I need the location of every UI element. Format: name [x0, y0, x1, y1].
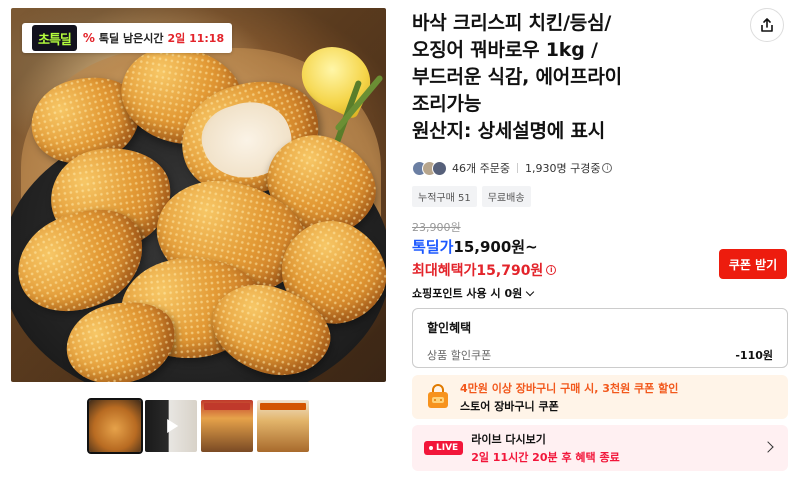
tag-purchase-count: 누적구매 51 — [412, 186, 477, 207]
thumbnail-banner — [204, 403, 250, 410]
deal-timer-value: 2일 11:18 — [167, 32, 225, 45]
social-proof: 46개 주문중 1,930명 구경중 i — [412, 160, 613, 176]
thumbnail-4[interactable] — [257, 400, 309, 452]
thumbnail-strip — [87, 398, 309, 454]
discount-benefits-panel: 할인혜택 상품 할인쿠폰 -110원 — [412, 308, 788, 368]
cart-promo-text: 4만원 이상 장바구니 구매 시, 3천원 쿠폰 할인 스토어 장바구니 쿠폰 — [460, 380, 678, 414]
cart-coupon-promo[interactable]: 4만원 이상 장바구니 구매 시, 3천원 쿠폰 할인 스토어 장바구니 쿠폰 — [412, 375, 788, 419]
deal-timer-badge: 초특딜 % 톡딜 남은시간 2일 11:18 — [22, 23, 233, 53]
share-icon — [761, 18, 773, 32]
discount-label: 상품 할인쿠폰 — [427, 349, 492, 362]
max-benefit-price: 최대혜택가 15,790원 i — [412, 260, 557, 280]
live-benefit-countdown: 2일 11시간 20분 후 혜택 종료 — [471, 451, 620, 464]
shopping-bag-icon — [428, 384, 448, 408]
points-usage-label: 쇼핑포인트 사용 시 0원 — [412, 287, 523, 300]
deal-price: 톡딜가15,900원~ — [412, 236, 538, 257]
live-replay-title: 라이브 다시보기 — [471, 433, 546, 446]
percent-icon: % — [82, 31, 95, 45]
deal-timer: % 톡딜 남은시간 2일 11:18 — [83, 23, 232, 53]
get-coupon-button[interactable]: 쿠폰 받기 — [719, 249, 787, 279]
share-button[interactable] — [750, 8, 784, 42]
deal-price-value: 15,900원~ — [453, 238, 538, 256]
live-replay-text: 라이브 다시보기 2일 11시간 20분 후 혜택 종료 — [471, 431, 620, 465]
info-icon[interactable]: i — [546, 265, 557, 275]
play-icon — [167, 419, 179, 433]
chevron-down-icon — [525, 287, 535, 296]
discount-row: 상품 할인쿠폰 -110원 — [427, 347, 773, 363]
live-badge: LIVE — [424, 441, 464, 455]
discount-amount: -110원 — [735, 349, 773, 362]
product-main-image[interactable]: 초특딜 % 톡딜 남은시간 2일 11:18 — [11, 8, 386, 382]
cart-promo-headline: 4만원 이상 장바구니 구매 시, 3천원 쿠폰 할인 — [460, 382, 679, 395]
thumbnail-3[interactable] — [201, 400, 253, 452]
deal-timer-label: 톡딜 남은시간 — [98, 32, 164, 45]
chevron-right-icon — [762, 441, 774, 453]
buyer-avatars — [412, 160, 447, 176]
product-title: 바삭 크리스피 치킨/등심/ 오징어 꿔바로우 1kg / 부드러운 식감, 에… — [412, 12, 622, 142]
thumbnail-video[interactable] — [145, 400, 197, 452]
thumbnail-1[interactable] — [87, 398, 143, 454]
original-price: 23,900원 — [412, 221, 461, 234]
divider — [516, 163, 518, 173]
live-replay-banner[interactable]: LIVE 라이브 다시보기 2일 11시간 20분 후 혜택 종료 — [412, 425, 788, 471]
info-icon[interactable]: i — [602, 163, 613, 173]
thumbnail-banner — [260, 403, 306, 410]
discount-title: 할인혜택 — [427, 321, 472, 335]
viewers-count: 1,930명 구경중 — [524, 162, 601, 175]
product-tags: 누적구매 51 무료배송 — [412, 186, 531, 207]
deal-price-label: 톡딜가 — [412, 238, 454, 256]
tag-free-shipping: 무료배송 — [481, 186, 531, 207]
avatar — [432, 160, 447, 176]
cart-promo-subtitle: 스토어 장바구니 쿠폰 — [460, 400, 559, 413]
super-deal-logo: 초특딜 — [32, 25, 77, 51]
live-dot-icon — [429, 446, 433, 450]
points-usage-toggle[interactable]: 쇼핑포인트 사용 시 0원 — [412, 285, 535, 301]
orders-count: 46개 주문중 — [452, 162, 510, 175]
max-benefit-value: 15,790원 — [476, 263, 544, 279]
live-badge-label: LIVE — [436, 443, 459, 453]
max-benefit-label: 최대혜택가 — [412, 263, 477, 279]
